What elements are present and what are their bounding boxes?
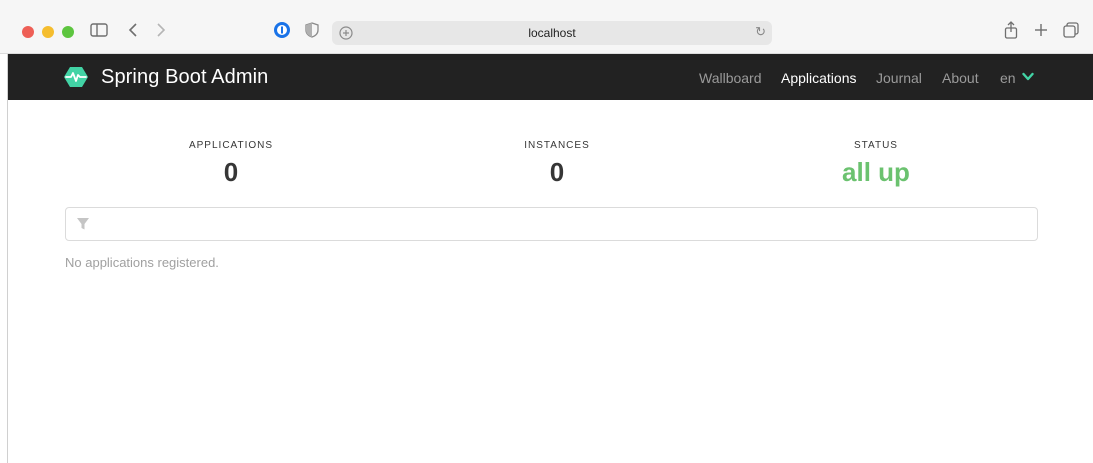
filter-input[interactable]: [100, 212, 1020, 236]
close-window-button[interactable]: [22, 26, 34, 38]
chevron-down-icon[interactable]: [1022, 72, 1034, 82]
nav-wallboard[interactable]: Wallboard: [699, 70, 762, 86]
tab-overview-icon[interactable]: [1061, 20, 1081, 40]
empty-state-message: No applications registered.: [65, 255, 219, 270]
language-selector[interactable]: en: [1000, 70, 1016, 86]
sidebar-toggle-icon[interactable]: [88, 20, 110, 40]
window-left-edge: [0, 54, 8, 463]
privacy-shield-icon[interactable]: [302, 20, 322, 40]
browser-toolbar: localhost ↻: [0, 0, 1093, 54]
stat-instances-label: INSTANCES: [524, 140, 590, 151]
stat-instances-value: 0: [549, 157, 565, 187]
reload-icon[interactable]: ↻: [755, 24, 766, 40]
url-text[interactable]: localhost: [332, 26, 772, 40]
stat-applications: APPLICATIONS 0: [131, 140, 331, 188]
stat-status-label: STATUS: [854, 140, 898, 151]
nav-applications[interactable]: Applications: [781, 70, 857, 86]
stat-applications-label: APPLICATIONS: [188, 140, 274, 151]
forward-icon[interactable]: [154, 20, 168, 40]
stat-status: STATUS all up: [776, 140, 976, 188]
stat-status-value: all up: [842, 157, 910, 187]
share-icon[interactable]: [1001, 20, 1021, 40]
nav-about[interactable]: About: [942, 70, 979, 86]
filter-field[interactable]: [65, 207, 1038, 241]
nav-journal[interactable]: Journal: [876, 70, 922, 86]
app-navbar: Spring Boot Admin Wallboard Applications…: [8, 54, 1093, 100]
zoom-window-button[interactable]: [62, 26, 74, 38]
app-title[interactable]: Spring Boot Admin: [101, 66, 268, 89]
spring-boot-admin-logo-icon[interactable]: [64, 65, 88, 89]
stat-applications-value: 0: [223, 157, 239, 187]
minimize-window-button[interactable]: [42, 26, 54, 38]
back-icon[interactable]: [126, 20, 140, 40]
address-bar[interactable]: localhost ↻: [332, 21, 772, 45]
new-tab-icon[interactable]: [1031, 20, 1051, 40]
password-manager-icon[interactable]: [272, 20, 292, 40]
stat-instances: INSTANCES 0: [457, 140, 657, 188]
filter-icon: [77, 218, 89, 230]
